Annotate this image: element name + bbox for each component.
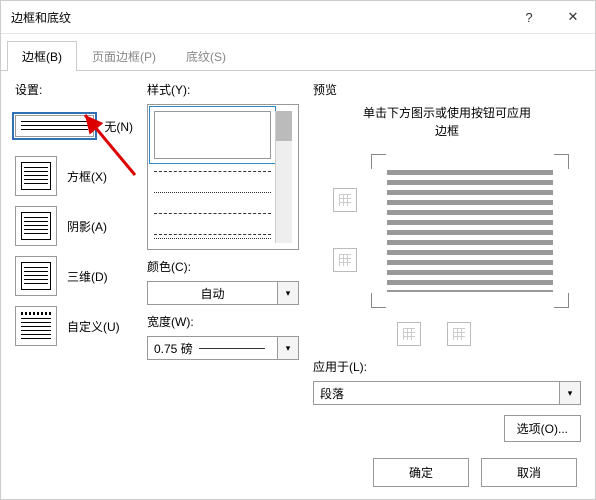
preview-area <box>313 148 581 318</box>
width-value: 0.75 磅 <box>154 340 193 357</box>
cancel-button[interactable]: 取消 <box>481 458 577 487</box>
apply-label: 应用于(L): <box>313 358 581 375</box>
setting-custom-icon <box>15 306 57 346</box>
dialog-window: 边框和底纹 ? ✕ 边框(B) 页面边框(P) 底纹(S) 设置: 无(N) 方… <box>0 0 596 500</box>
setting-3d-label: 三维(D) <box>67 268 108 285</box>
style-list[interactable] <box>147 104 299 250</box>
style-label: 样式(Y): <box>147 81 299 98</box>
setting-custom[interactable]: 自定义(U) <box>15 304 133 348</box>
setting-custom-label: 自定义(U) <box>67 318 120 335</box>
border-right-button[interactable] <box>447 322 471 346</box>
line-dashdot[interactable] <box>154 234 271 243</box>
setting-box-icon <box>15 156 57 196</box>
options-button[interactable]: 选项(O)... <box>504 415 581 442</box>
setting-3d[interactable]: 三维(D) <box>15 254 133 298</box>
corner-tl-icon <box>371 154 386 169</box>
line-dot[interactable] <box>154 192 271 201</box>
color-label: 颜色(C): <box>147 258 299 275</box>
setting-shadow[interactable]: 阴影(A) <box>15 204 133 248</box>
corner-br-icon <box>554 293 569 308</box>
apply-value: 段落 <box>320 385 553 402</box>
corner-tr-icon <box>554 154 569 169</box>
preview-column: 预览 单击下方图示或使用按钮可应用 边框 应用于(L): <box>313 81 581 437</box>
setting-shadow-label: 阴影(A) <box>67 218 107 235</box>
setting-none[interactable]: 无(N) <box>15 104 133 148</box>
preview-document-icon[interactable] <box>387 170 553 292</box>
apply-dropdown-button[interactable]: ▾ <box>560 381 581 405</box>
setting-box[interactable]: 方框(X) <box>15 154 133 198</box>
width-line-icon <box>199 348 265 349</box>
tab-strip: 边框(B) 页面边框(P) 底纹(S) <box>1 34 595 71</box>
line-dash2[interactable] <box>154 213 271 222</box>
color-value: 自动 <box>154 285 271 302</box>
width-label: 宽度(W): <box>147 313 299 330</box>
setting-box-label: 方框(X) <box>67 168 107 185</box>
preview-label: 预览 <box>313 81 581 98</box>
line-solid[interactable] <box>154 111 271 159</box>
footer: 确定 取消 <box>373 458 577 487</box>
tab-shading[interactable]: 底纹(S) <box>171 41 241 71</box>
preview-hint: 单击下方图示或使用按钮可应用 边框 <box>313 104 581 140</box>
setting-3d-icon <box>15 256 57 296</box>
setting-shadow-icon <box>15 206 57 246</box>
corner-bl-icon <box>371 293 386 308</box>
tab-page-border[interactable]: 页面边框(P) <box>77 41 171 71</box>
scrollbar[interactable] <box>275 111 292 243</box>
tab-border[interactable]: 边框(B) <box>7 41 77 71</box>
content: 设置: 无(N) 方框(X) 阴影(A) 三维(D) <box>1 71 595 437</box>
line-dash[interactable] <box>154 171 271 180</box>
width-dropdown-button[interactable]: ▾ <box>278 336 299 360</box>
border-bottom-button[interactable] <box>333 248 357 272</box>
style-column: 样式(Y): 颜色(C): 自动 ▾ 宽度(W): 0.75 磅 ▾ <box>147 81 299 437</box>
width-select[interactable]: 0.75 磅 <box>147 336 278 360</box>
border-left-button[interactable] <box>397 322 421 346</box>
ok-button[interactable]: 确定 <box>373 458 469 487</box>
color-dropdown-button[interactable]: ▾ <box>278 281 299 305</box>
color-select[interactable]: 自动 <box>147 281 278 305</box>
close-button[interactable]: ✕ <box>551 1 595 33</box>
settings-label: 设置: <box>15 81 133 98</box>
apply-select[interactable]: 段落 <box>313 381 560 405</box>
scrollbar-thumb[interactable] <box>276 111 292 141</box>
titlebar: 边框和底纹 ? ✕ <box>1 1 595 34</box>
help-button[interactable]: ? <box>507 1 551 33</box>
setting-none-label: 无(N) <box>104 118 133 135</box>
dialog-title: 边框和底纹 <box>11 9 507 26</box>
border-top-button[interactable] <box>333 188 357 212</box>
settings-column: 设置: 无(N) 方框(X) 阴影(A) 三维(D) <box>15 81 133 437</box>
setting-none-icon <box>15 115 94 137</box>
